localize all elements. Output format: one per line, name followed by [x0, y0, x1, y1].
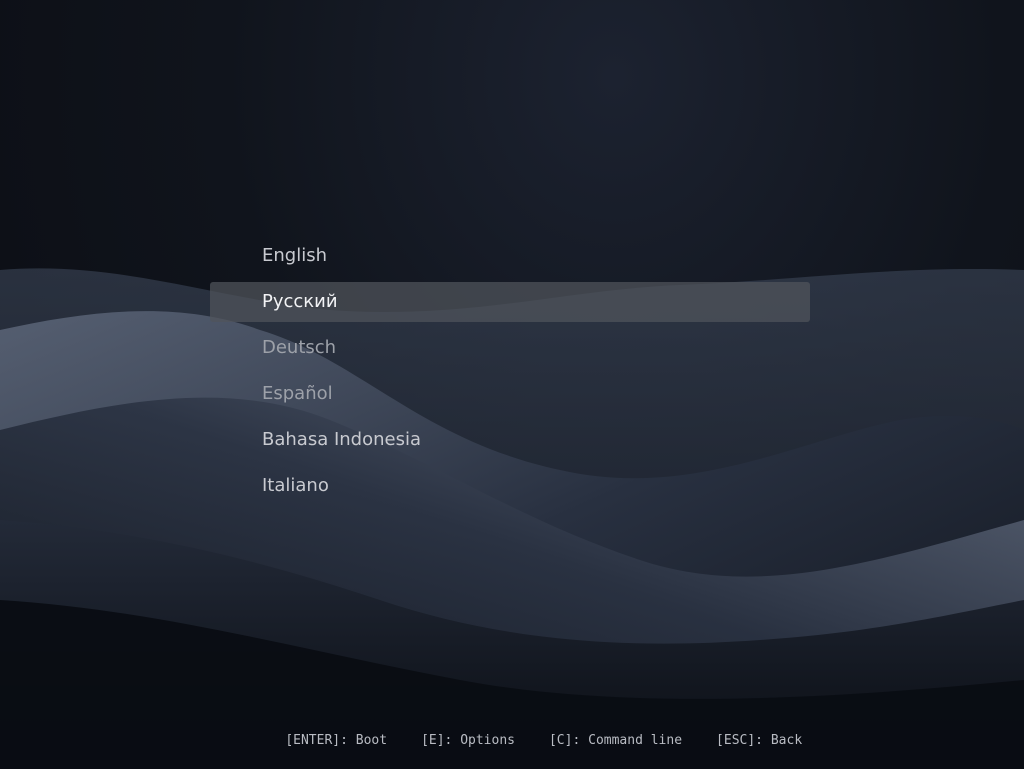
menu-item-bahasa-indonesia[interactable]: Bahasa Indonesia	[210, 420, 810, 460]
menu-item-espanol[interactable]: Español	[210, 374, 810, 414]
language-menu: English Русский Deutsch Español Bahasa I…	[210, 236, 810, 512]
menu-item-english[interactable]: English	[210, 236, 810, 276]
hint-e-options: [E]: Options	[421, 733, 515, 748]
boot-screen: English Русский Deutsch Español Bahasa I…	[0, 0, 1024, 769]
hint-esc-back: [ESC]: Back	[716, 733, 803, 748]
menu-item-italiano[interactable]: Italiano	[210, 466, 810, 506]
menu-item-russian[interactable]: Русский	[210, 282, 810, 322]
hint-enter-boot: [ENTER]: Boot	[285, 733, 388, 748]
key-hints-bar: [ENTER]: Boot [E]: Options [C]: Command li…	[254, 718, 802, 763]
menu-item-deutsch[interactable]: Deutsch	[210, 328, 810, 368]
hint-c-command-line: [C]: Command line	[548, 733, 683, 748]
